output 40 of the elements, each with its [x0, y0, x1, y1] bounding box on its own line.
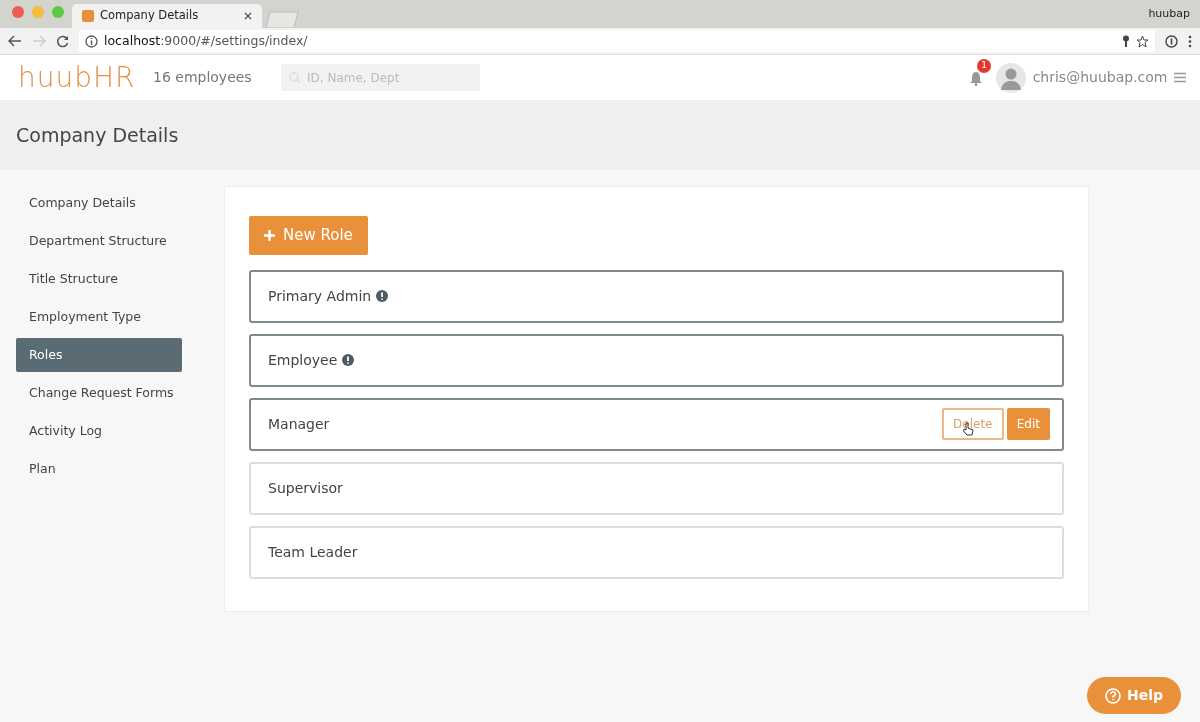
avatar-icon[interactable] [996, 62, 1027, 93]
profile-name: huubap [1148, 6, 1190, 22]
sidebar-item[interactable]: Employment Type [16, 300, 182, 334]
bell-icon[interactable] [969, 70, 984, 86]
plus-icon [264, 229, 275, 241]
sidebar-item[interactable]: Department Structure [16, 224, 182, 258]
role-row[interactable]: Supervisor [249, 461, 1064, 515]
info-icon[interactable] [342, 354, 355, 366]
role-row[interactable]: Employee [249, 333, 1064, 387]
info-icon [85, 34, 98, 48]
role-row[interactable]: Primary Admin [249, 269, 1064, 323]
role-name: Supervisor [268, 478, 343, 498]
role-row[interactable]: Team Leader [249, 525, 1064, 579]
back-icon[interactable] [8, 35, 22, 47]
sidebar-item[interactable]: Roles [16, 338, 182, 372]
page-title: Company Details [0, 100, 1200, 170]
sidebar-item[interactable]: Plan [16, 452, 182, 486]
help-icon [1104, 687, 1121, 704]
sidebar-item[interactable]: Activity Log [16, 414, 182, 448]
user-email[interactable]: chris@huubap.com [1032, 67, 1168, 88]
address-field[interactable]: localhost:9000/#/settings/index/ [79, 30, 1155, 52]
notification-badge: 1 [977, 58, 992, 73]
key-icon[interactable] [1122, 34, 1130, 48]
sidebar-item[interactable]: Change Request Forms [16, 376, 182, 410]
browser-tab[interactable]: Company Details [72, 4, 262, 28]
close-icon[interactable] [244, 12, 252, 20]
role-name: Manager [268, 414, 330, 434]
reload-icon[interactable] [56, 34, 69, 48]
tab-title: Company Details [100, 7, 200, 25]
url-text: localhost:9000/#/settings/index/ [104, 31, 309, 50]
star-icon[interactable] [1136, 34, 1149, 48]
role-name: Team Leader [268, 542, 358, 562]
employee-count: 16 employees [153, 68, 253, 87]
sidebar-item[interactable]: Company Details [16, 186, 182, 220]
favicon-icon [82, 10, 94, 22]
sidebar-item[interactable]: Title Structure [16, 262, 182, 296]
role-name: Primary Admin [268, 286, 372, 306]
role-name: Employee [268, 350, 338, 370]
info-icon[interactable] [376, 290, 389, 302]
menu-icon[interactable] [1188, 34, 1192, 48]
